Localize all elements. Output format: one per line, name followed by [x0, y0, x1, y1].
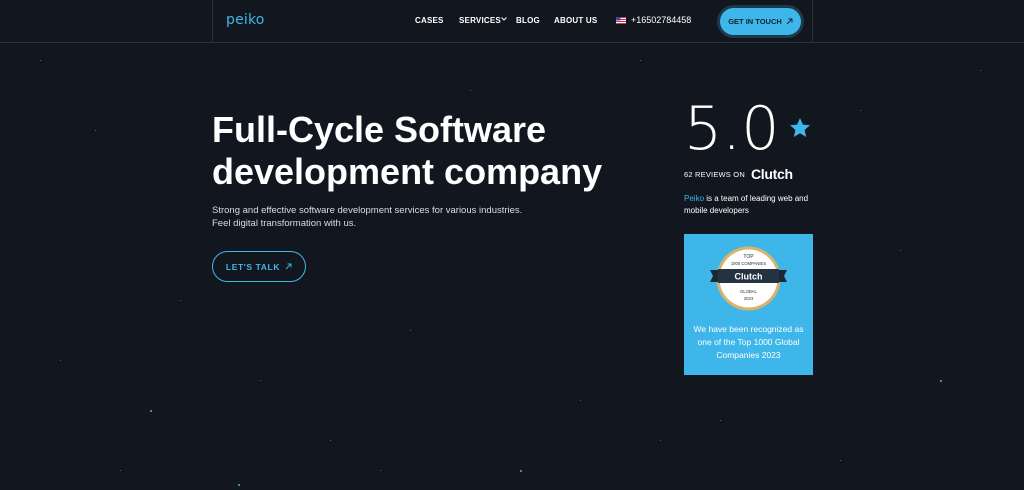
- hero-subtitle-line1: Strong and effective software developmen…: [212, 205, 523, 216]
- clutch-top1000-badge: TOP 1000 COMPANIES Clutch GLOBAL 2023: [710, 246, 787, 311]
- hero-title-line2: development company: [212, 151, 603, 192]
- phone-number-link[interactable]: +16502784458: [616, 15, 691, 25]
- us-flag-icon: [616, 16, 626, 24]
- badge-brand: Clutch: [735, 272, 763, 282]
- nav-cases[interactable]: CASES: [415, 16, 444, 25]
- get-in-touch-label: GET IN TOUCH: [728, 17, 782, 26]
- starfield-background: [0, 0, 1024, 490]
- get-in-touch-button[interactable]: GET IN TOUCH: [720, 8, 801, 35]
- team-description: Peiko is a team of leading web and mobil…: [684, 193, 814, 217]
- phone-number: +16502784458: [631, 15, 692, 25]
- peiko-logo[interactable]: peiko: [226, 12, 265, 28]
- lets-talk-button[interactable]: LET'S TALK: [212, 251, 306, 282]
- badge-sub: 1000 COMPANIES: [731, 261, 767, 266]
- reviews-count: 62 REVIEWS ON: [684, 169, 745, 179]
- badge-year: 2023: [744, 296, 754, 301]
- arrow-up-right-icon: [786, 18, 793, 25]
- hero-title-line1: Full-Cycle Software: [212, 109, 547, 150]
- site-header: peiko CASES SERVICES BLOG ABOUT US +1650…: [0, 0, 1024, 43]
- hero-subtitle-line2: Feel digital transformation with us.: [212, 218, 357, 229]
- nav-blog[interactable]: BLOG: [516, 16, 540, 25]
- chevron-down-icon[interactable]: [500, 15, 508, 23]
- star-icon: [790, 118, 810, 137]
- clutch-award-card: TOP 1000 COMPANIES Clutch GLOBAL 2023 We…: [684, 234, 813, 375]
- badge-scope: GLOBAL: [740, 289, 757, 294]
- header-container: peiko CASES SERVICES BLOG ABOUT US +1650…: [212, 0, 813, 43]
- rating-score: 5.0: [684, 94, 780, 164]
- reviews-line: 62 REVIEWS ON Clutch: [684, 166, 793, 182]
- lets-talk-label: LET'S TALK: [225, 261, 281, 272]
- badge-top: TOP: [743, 254, 754, 260]
- team-brand: Peiko: [684, 194, 705, 203]
- nav-services[interactable]: SERVICES: [459, 16, 501, 25]
- award-description: We have been recognized as one of the To…: [693, 324, 804, 360]
- arrow-up-right-icon: [285, 263, 292, 270]
- hero-title: Full-Cycle Software development company: [212, 109, 642, 193]
- clutch-logo[interactable]: Clutch: [751, 166, 793, 182]
- nav-about-us[interactable]: ABOUT US: [554, 16, 597, 25]
- hero-subtitle: Strong and effective software developmen…: [212, 204, 542, 230]
